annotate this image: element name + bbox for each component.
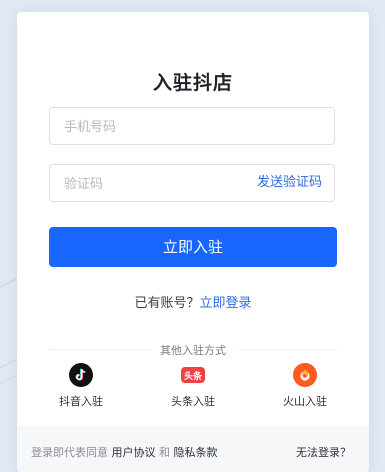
toutiao-icon: 头条 — [181, 363, 205, 387]
login-prompt-text: 已有账号？ — [134, 296, 200, 311]
verification-code-input[interactable] — [62, 165, 236, 203]
agreement-text: 登录即代表同意 用户协议 和 隐私条款 — [31, 444, 218, 460]
send-code-button[interactable]: 发送验证码 — [257, 165, 322, 201]
join-now-button[interactable]: 立即入驻 — [49, 227, 337, 267]
toutiao-logo-text: 头条 — [181, 367, 205, 383]
huoshan-join-label: 火山入驻 — [283, 395, 327, 408]
phone-field[interactable] — [49, 107, 335, 146]
signup-card: 入驻抖店 发送验证码 立即入驻 已有账号？立即登录 其他入驻方式 抖音入驻 头条… — [17, 12, 369, 472]
douyin-join-option[interactable]: 抖音入驻 — [41, 363, 121, 409]
user-agreement-link[interactable]: 用户协议 — [112, 446, 156, 459]
page-title: 入驻抖店 — [152, 72, 233, 94]
other-methods-heading: 其他入驻方式 — [160, 344, 226, 357]
agreement-and: 和 — [159, 446, 170, 459]
toutiao-join-option[interactable]: 头条 头条入驻 — [153, 363, 233, 409]
phone-input[interactable] — [62, 108, 236, 146]
login-prompt: 已有账号？立即登录 — [17, 292, 369, 311]
login-link[interactable]: 立即登录 — [200, 296, 252, 311]
douyin-icon — [69, 363, 93, 387]
cant-login-link[interactable]: 无法登录？ — [296, 444, 351, 460]
footer-bar: 登录即代表同意 用户协议 和 隐私条款 无法登录？ — [17, 426, 369, 472]
huoshan-icon — [293, 363, 317, 387]
douyin-join-label: 抖音入驻 — [59, 395, 103, 408]
agreement-prefix: 登录即代表同意 — [31, 446, 108, 459]
toutiao-join-label: 头条入驻 — [171, 395, 215, 408]
code-field[interactable]: 发送验证码 — [49, 164, 335, 203]
huoshan-join-option[interactable]: 火山入驻 — [265, 363, 345, 409]
privacy-policy-link[interactable]: 隐私条款 — [174, 446, 218, 459]
